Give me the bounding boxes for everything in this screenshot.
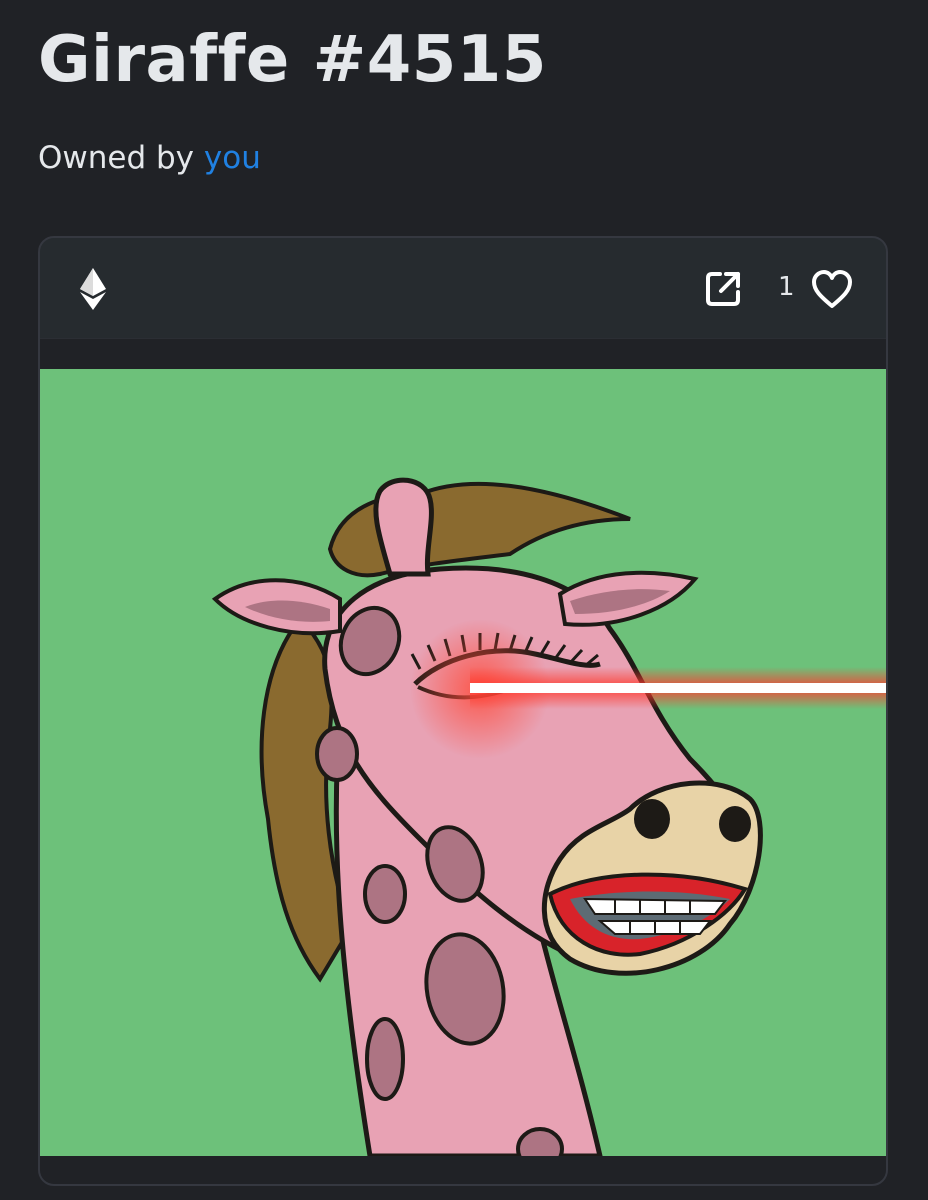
ethereum-icon: [80, 268, 106, 310]
card-footer: [40, 1156, 886, 1184]
giraffe-artwork: [40, 369, 886, 1156]
card-header: 1: [40, 238, 886, 339]
heart-outline-icon[interactable]: [810, 268, 854, 310]
external-link-icon[interactable]: [704, 270, 742, 308]
owner-line: Owned by you: [38, 140, 261, 177]
card-spacer: [40, 339, 886, 369]
page-title: Giraffe #4515: [38, 23, 547, 97]
nft-image[interactable]: [40, 369, 886, 1156]
owner-prefix: Owned by: [38, 140, 204, 176]
nft-card: 1: [38, 236, 888, 1186]
owner-link[interactable]: you: [204, 140, 261, 176]
favorites-count: 1: [778, 272, 795, 302]
